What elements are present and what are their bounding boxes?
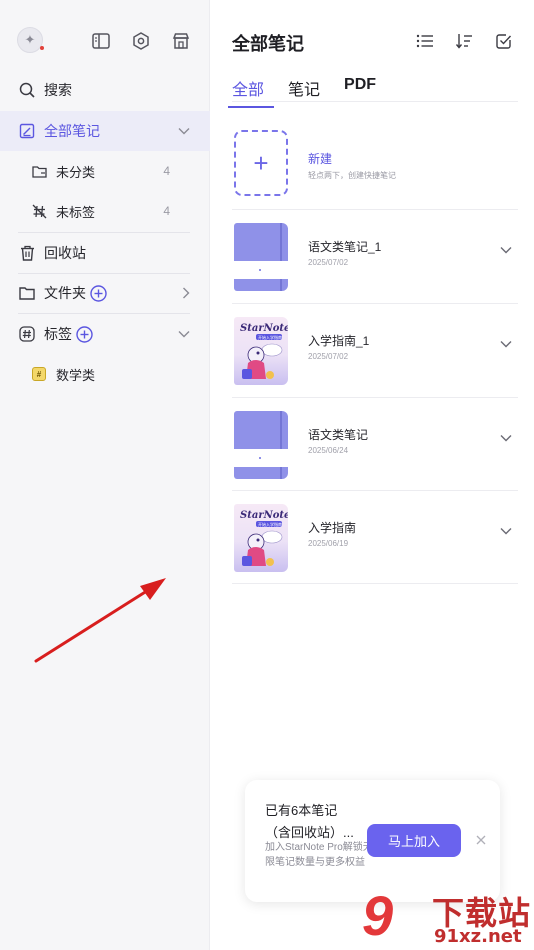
note-date: 2025/07/02	[308, 258, 349, 267]
item-count: 4	[163, 164, 170, 178]
note-list-item[interactable]: StarNote 开始入学指南 入学指南 2025/06/19	[232, 490, 518, 584]
page-title: 全部笔记	[232, 34, 304, 54]
settings-icon[interactable]	[130, 30, 152, 52]
cover-caption: 开始入学指南	[258, 334, 282, 340]
chevron-down-icon[interactable]	[500, 434, 512, 442]
join-now-button[interactable]: 马上加入	[367, 824, 461, 857]
sidebar-item-label: 全部笔记	[44, 123, 100, 139]
sidebar-item-search[interactable]: 搜索	[0, 70, 210, 110]
sidebar-item-tag-math[interactable]: # 数学类	[0, 354, 210, 394]
item-count: 4	[163, 204, 170, 218]
folder-outline-icon	[30, 162, 48, 180]
note-title: 入学指南_1	[308, 334, 370, 348]
chevron-down-icon[interactable]	[500, 340, 512, 348]
tag-badge-icon: #	[32, 367, 46, 381]
guide-cover-art: StarNote 开始入学指南	[234, 504, 288, 572]
note-list-item[interactable]: 语文类笔记 2025/06/24	[232, 397, 518, 491]
note-edit-icon	[18, 122, 36, 140]
promo-line-1: 已有6本笔记	[265, 803, 338, 818]
sidebar-item-label: 回收站	[44, 245, 86, 261]
chevron-right-icon[interactable]	[182, 287, 190, 299]
close-icon[interactable]	[476, 835, 486, 845]
promo-line-2: （含回收站）...	[265, 825, 354, 840]
add-tag-icon[interactable]	[76, 325, 93, 343]
note-date: 2025/06/19	[308, 539, 349, 548]
new-note-button[interactable]: +	[234, 130, 288, 196]
sidebar-item-label: 未分类	[56, 164, 96, 180]
guide-cover-art: StarNote 开始入学指南	[234, 317, 288, 385]
new-note-hint: 轻点两下，创建快捷笔记	[308, 171, 396, 180]
cover-brand: StarNote	[240, 510, 288, 521]
note-date: 2025/07/02	[308, 352, 349, 361]
folder-icon	[18, 284, 36, 302]
sidebar-item-untagged[interactable]: 未标签 4	[0, 191, 210, 231]
sidebar-item-label: 数学类	[56, 367, 96, 383]
select-checkbox-icon[interactable]	[494, 32, 514, 50]
note-title: 入学指南	[308, 521, 357, 535]
sidebar-item-label: 标签	[44, 326, 72, 342]
site-watermark: 9 下载站 91xz.net	[362, 886, 534, 950]
cover-caption: 开始入学指南	[258, 521, 282, 527]
list-view-icon[interactable]	[415, 32, 435, 50]
sparkle-icon: ✦	[24, 32, 36, 47]
plus-icon: +	[253, 147, 269, 178]
chevron-down-icon[interactable]	[178, 127, 190, 135]
search-icon	[18, 81, 36, 99]
note-date: 2025/06/24	[308, 446, 349, 455]
chevron-down-icon[interactable]	[178, 330, 190, 338]
chevron-down-icon[interactable]	[500, 527, 512, 535]
watermark-url: 91xz.net	[434, 926, 522, 947]
hash-slash-icon	[30, 202, 48, 220]
promo-description: 加入StarNote Pro解锁无限笔记数量与更多权益	[265, 842, 373, 868]
new-note-label[interactable]: 新建	[308, 150, 332, 167]
sidebar-item-label: 搜索	[44, 82, 72, 98]
store-icon[interactable]	[170, 30, 192, 52]
add-folder-icon[interactable]	[90, 284, 107, 302]
sidebar-item-folders[interactable]: 文件夹	[0, 273, 210, 313]
sidebar-item-trash[interactable]: 回收站	[0, 233, 210, 273]
hash-box-icon	[18, 325, 36, 343]
note-list-item[interactable]: StarNote 开始入学指南 入学指南_1 2025/07/02	[232, 303, 518, 397]
note-title: 语文类笔记	[308, 428, 369, 442]
avatar[interactable]: ✦	[17, 27, 44, 53]
watermark-logo: 9	[362, 884, 394, 947]
sidebar-toggle-icon[interactable]	[90, 30, 112, 52]
sidebar-item-all-notes[interactable]: 全部笔记	[0, 111, 210, 151]
sidebar-item-label: 文件夹	[44, 285, 86, 301]
chevron-down-icon[interactable]	[500, 246, 512, 254]
note-list-item[interactable]: 语文类笔记_1 2025/07/02	[232, 209, 518, 303]
sidebar-item-tags[interactable]: 标签	[0, 314, 210, 354]
cover-brand: StarNote	[240, 323, 288, 334]
tabs-divider	[232, 101, 518, 102]
notebook-cover	[234, 411, 288, 479]
notification-dot	[40, 46, 44, 50]
note-title: 语文类笔记_1	[308, 240, 382, 254]
notebook-cover	[234, 223, 288, 291]
sort-icon[interactable]	[454, 32, 474, 50]
trash-icon	[18, 244, 36, 262]
sidebar-item-label: 未标签	[56, 204, 96, 220]
sidebar-item-uncategorized[interactable]: 未分类 4	[0, 151, 210, 191]
sidebar: ✦ 搜索 全部笔记 未分类 4 未标签 4 回收站 文件夹 标签 # 数学类	[0, 0, 210, 950]
